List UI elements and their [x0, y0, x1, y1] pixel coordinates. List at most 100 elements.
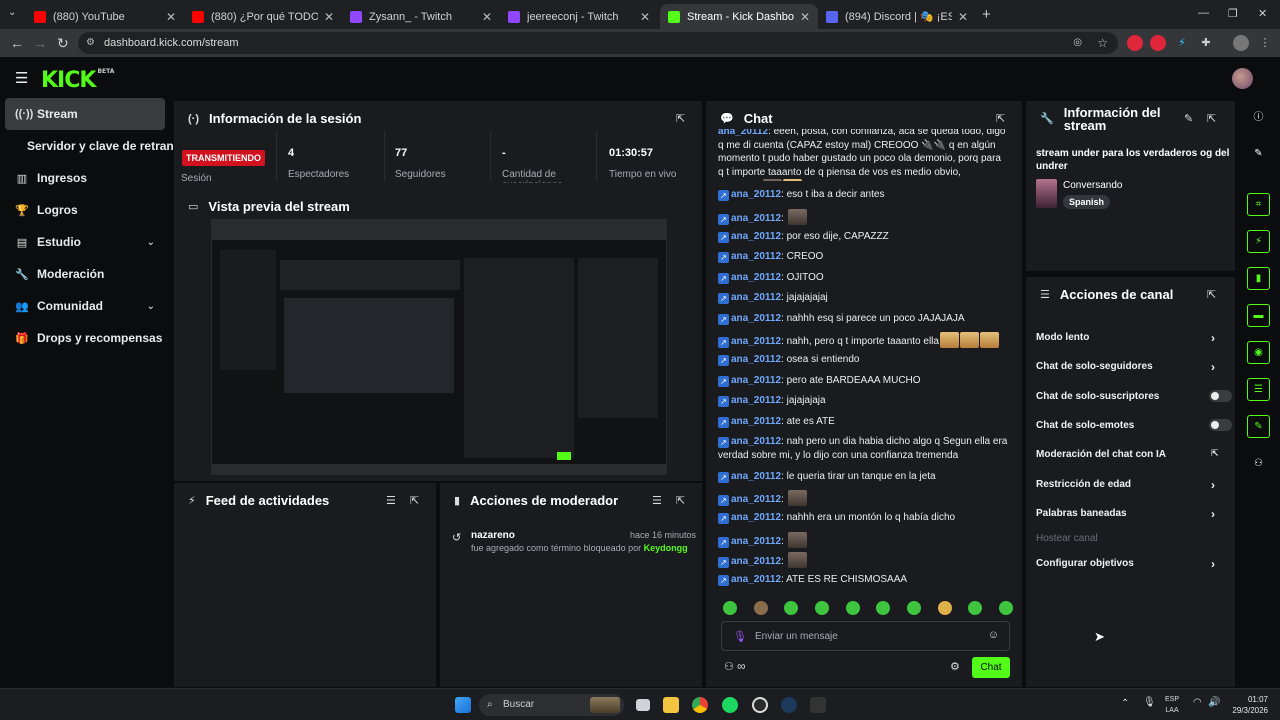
quick-emote[interactable]	[753, 601, 768, 615]
chat-username[interactable]: ana_20112	[731, 512, 781, 523]
close-tab-icon[interactable]: ✕	[324, 10, 334, 24]
quick-emote[interactable]	[937, 601, 952, 615]
new-tab-button[interactable]: +	[982, 6, 991, 23]
microphone-icon[interactable]: 🎙	[733, 630, 747, 643]
chat-bubble-icon[interactable]: ▬	[1247, 304, 1270, 327]
sidebar-item-comunidad[interactable]: 👥 Comunidad ⌄	[5, 290, 165, 322]
chat-username[interactable]: ana_20112	[731, 336, 781, 347]
url-input[interactable]: ⚙ dashboard.kick.com/stream ☆ ◎	[78, 32, 1118, 54]
reload-icon[interactable]: ↻	[57, 35, 69, 52]
tray-chevron-icon[interactable]: ⌃	[1121, 698, 1129, 709]
browser-tab[interactable]: (894) Discord | 🎭 ¡ESPERA 1✕	[818, 4, 976, 29]
windows-start-icon[interactable]	[455, 697, 471, 713]
pencil-icon[interactable]: ✎	[1247, 143, 1270, 166]
user-avatar[interactable]	[1232, 68, 1253, 89]
chat-username[interactable]: ana_20112	[731, 375, 781, 386]
tab-search-icon[interactable]: ⌄	[8, 7, 16, 18]
quick-emote[interactable]	[784, 601, 799, 615]
close-tab-icon[interactable]: ✕	[166, 10, 176, 24]
sidebar-item-stream[interactable]: ((·)) Stream	[5, 98, 165, 130]
popout-icon[interactable]: ⇱	[1207, 112, 1216, 125]
volume-icon[interactable]: 🔊	[1208, 697, 1220, 708]
language-indicator[interactable]: ESP LAA	[1165, 694, 1179, 716]
quick-emote[interactable]	[845, 601, 860, 615]
quick-emote[interactable]	[876, 601, 891, 615]
sidebar-item-drops[interactable]: 🎁 Drops y recompensas	[5, 322, 165, 354]
chat-username[interactable]: ana_20112	[731, 471, 781, 482]
browser-tab[interactable]: (880) YouTube ✕	[26, 4, 184, 29]
steam-icon[interactable]	[781, 697, 797, 713]
action-ai-moderation[interactable]: Moderación del chat con IA ⇱	[1036, 448, 1226, 460]
chat-username[interactable]: ana_20112	[731, 354, 781, 365]
kick-logo[interactable]: KICK BETA	[41, 68, 114, 93]
mod-entry-by[interactable]: Keydongg	[644, 543, 688, 553]
chat-username[interactable]: ana_20112	[731, 189, 781, 200]
maximize-button[interactable]: ❐	[1228, 7, 1238, 20]
users-icon[interactable]: ⚇	[724, 660, 734, 673]
subs-only-toggle[interactable]	[1209, 390, 1232, 402]
close-tab-icon[interactable]: ✕	[482, 10, 492, 24]
profile-avatar-icon[interactable]	[1233, 35, 1249, 51]
sidebar-item-server-key[interactable]: Servidor y clave de retransn	[5, 130, 175, 162]
chrome-icon[interactable]	[692, 697, 708, 713]
chat-username[interactable]: ana_20112	[731, 556, 781, 567]
browser-tab[interactable]: jeereeconj - Twitch ✕	[500, 4, 658, 29]
chat-username[interactable]: ana_20112	[731, 536, 781, 547]
extension-icon[interactable]	[1150, 35, 1166, 51]
quick-emote[interactable]	[998, 601, 1013, 615]
popout-icon[interactable]: ⇱	[676, 112, 685, 125]
chat-username[interactable]: ana_20112	[718, 129, 768, 137]
infinity-icon[interactable]: ∞	[737, 659, 746, 673]
bookmark-star-icon[interactable]: ☆	[1097, 32, 1108, 54]
quick-emote[interactable]	[814, 601, 829, 615]
popout-icon[interactable]: ⇱	[996, 112, 1005, 125]
tray-mic-icon[interactable]: 🎙	[1143, 697, 1156, 708]
action-followers-only[interactable]: Chat de solo-seguidores ›	[1036, 360, 1226, 374]
close-tab-icon[interactable]: ✕	[640, 10, 650, 24]
sliders-icon[interactable]: ☰	[1247, 378, 1270, 401]
emotes-only-toggle[interactable]	[1209, 419, 1232, 431]
action-banned-words[interactable]: Palabras baneadas ›	[1036, 507, 1226, 521]
chat-username[interactable]: ana_20112	[731, 292, 781, 303]
wifi-icon[interactable]: ◠	[1193, 697, 1202, 708]
forward-icon[interactable]: →	[33, 35, 47, 51]
browser-menu-icon[interactable]: ⋮	[1257, 35, 1273, 51]
bolt-icon[interactable]: ⚡	[1247, 230, 1270, 253]
chat-username[interactable]: ana_20112	[731, 395, 781, 406]
send-chat-button[interactable]: Chat	[972, 657, 1010, 678]
popout-icon[interactable]: ⇱	[410, 494, 419, 507]
sidebar-item-logros[interactable]: 🏆 Logros	[5, 194, 165, 226]
hamburger-menu-icon[interactable]: ☰	[15, 69, 28, 87]
task-view-icon[interactable]	[636, 699, 650, 711]
edit-icon[interactable]: ✎	[1184, 112, 1193, 125]
site-info-icon[interactable]: ⚙	[86, 32, 95, 54]
spotify-icon[interactable]	[722, 697, 738, 713]
quick-emote[interactable]	[968, 601, 983, 615]
wrench-icon[interactable]: ✎	[1247, 415, 1270, 438]
chat-username[interactable]: ana_20112	[731, 574, 781, 585]
clipboard-icon[interactable]: ▮	[1247, 267, 1270, 290]
epic-games-icon[interactable]	[810, 697, 826, 713]
browser-tab[interactable]: (880) ¿Por qué TODOS los ARTI✕	[184, 4, 342, 29]
broadcast-icon[interactable]: ◉	[1247, 341, 1270, 364]
close-window-button[interactable]: ✕	[1258, 7, 1267, 20]
quick-emote[interactable]	[906, 601, 921, 615]
filter-icon[interactable]: ☰	[652, 494, 662, 507]
filter-icon[interactable]: ☰	[386, 494, 396, 507]
file-explorer-icon[interactable]	[663, 697, 679, 713]
chat-username[interactable]: ana_20112	[731, 272, 781, 283]
sidebar-item-moderacion[interactable]: 🔧 Moderación	[5, 258, 165, 290]
extensions-puzzle-icon[interactable]: ✚	[1198, 35, 1214, 51]
sidebar-item-ingresos[interactable]: ▥ Ingresos	[5, 162, 165, 194]
action-slow-mode[interactable]: Modo lento ›	[1036, 331, 1226, 345]
category-thumbnail[interactable]	[1036, 179, 1057, 208]
quick-emote[interactable]	[723, 601, 737, 615]
info-icon[interactable]: ⓘ	[1247, 107, 1270, 130]
action-configure-goals[interactable]: Configurar objetivos ›	[1036, 557, 1226, 571]
chat-username[interactable]: ana_20112	[731, 416, 781, 427]
chat-settings-icon[interactable]: ⚙	[950, 660, 960, 673]
chat-username[interactable]: ana_20112	[731, 251, 781, 262]
scan-icon[interactable]: ⌗	[1247, 193, 1270, 216]
close-tab-icon[interactable]: ✕	[800, 10, 810, 24]
chat-username[interactable]: ana_20112	[731, 436, 781, 447]
